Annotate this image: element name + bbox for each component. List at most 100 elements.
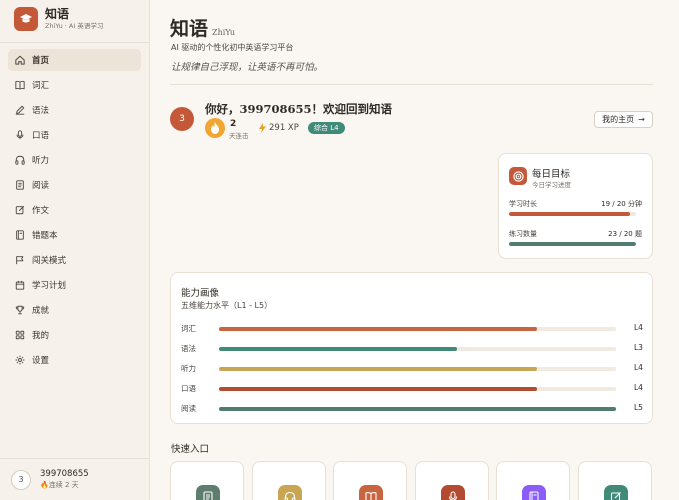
skill-level: L4 xyxy=(634,323,643,332)
sidebar-item-9[interactable]: 学习计划 xyxy=(8,274,141,296)
trophy-icon xyxy=(15,305,25,315)
sidebar-item-12[interactable]: 设置 xyxy=(8,349,141,371)
sidebar-item-7[interactable]: 错题本 xyxy=(8,224,141,246)
edit-icon xyxy=(603,485,628,500)
sidebar-item-0[interactable]: 首页 xyxy=(8,49,141,71)
lightning-icon xyxy=(259,123,266,133)
sidebar: 知语 ZhiYu · AI 英语学习 首页词汇语法口语听力阅读作文错题本闯关模式… xyxy=(0,0,150,500)
sidebar-item-8[interactable]: 闯关模式 xyxy=(8,249,141,271)
sidebar-item-3[interactable]: 口语 xyxy=(8,124,141,146)
skill-progress-fill xyxy=(219,387,537,391)
arrow-right-icon: → xyxy=(638,115,645,124)
quick-access-title: 快速入口 xyxy=(171,444,210,455)
ability-title: 能力画像 xyxy=(181,288,220,299)
daily-goal-subtitle: 今日学习进度 xyxy=(532,181,571,189)
sidebar-item-label: 错题本 xyxy=(32,231,58,241)
goal-value: 23 / 20 题 xyxy=(608,230,642,238)
streak-count: 2 xyxy=(230,119,237,129)
headphones-icon xyxy=(15,155,25,165)
quick-entry-card[interactable] xyxy=(170,461,244,500)
skill-progress-fill xyxy=(219,367,537,371)
sidebar-item-label: 口语 xyxy=(32,131,50,141)
sidebar-item-label: 作文 xyxy=(32,206,50,216)
sidebar-item-label: 设置 xyxy=(32,356,50,366)
notebook-icon xyxy=(522,485,546,500)
quick-entry-card[interactable] xyxy=(333,461,407,500)
user-streak: 🔥连续 2 天 xyxy=(40,480,89,490)
goal-label: 练习数量 xyxy=(509,230,537,238)
sidebar-item-4[interactable]: 听力 xyxy=(8,149,141,171)
ability-subtitle: 五维能力水平（L1 - L5） xyxy=(181,301,273,310)
skill-level: L4 xyxy=(634,383,643,392)
page-title: 知语 ZhiYu xyxy=(170,14,235,41)
welcome-avatar: 3 xyxy=(170,107,194,131)
sidebar-nav: 首页词汇语法口语听力阅读作文错题本闯关模式学习计划成就我的设置 xyxy=(0,49,149,371)
sidebar-item-label: 闯关模式 xyxy=(32,256,67,266)
daily-goal-title: 每日目标 xyxy=(532,169,571,180)
xp-value: 291 XP xyxy=(269,123,299,133)
mic-icon xyxy=(16,130,24,140)
sidebar-item-label: 我的 xyxy=(32,331,50,341)
goal-progress-track xyxy=(509,212,636,216)
sidebar-item-2[interactable]: 语法 xyxy=(8,99,141,121)
sidebar-item-5[interactable]: 阅读 xyxy=(8,174,141,196)
goal-progress-fill xyxy=(509,242,636,246)
sidebar-item-label: 语法 xyxy=(32,106,50,116)
my-home-button[interactable]: 我的主页 → xyxy=(594,111,653,128)
quick-entry-card[interactable] xyxy=(251,461,326,500)
fire-icon xyxy=(205,118,225,138)
book-icon xyxy=(15,80,25,90)
xp-display: 291 XP xyxy=(259,123,299,133)
user-card[interactable]: 3 399708655 🔥连续 2 天 xyxy=(0,458,150,500)
book-icon xyxy=(359,485,383,500)
edit-icon xyxy=(15,205,25,215)
skill-progress-track xyxy=(219,327,616,331)
quick-entry-card[interactable] xyxy=(577,461,652,500)
goal-value: 19 / 20 分钟 xyxy=(601,200,642,208)
skill-label: 词汇 xyxy=(181,324,196,333)
sidebar-item-6[interactable]: 作文 xyxy=(8,199,141,221)
user-name: 399708655 xyxy=(40,469,89,479)
level-badge: 综合 L4 xyxy=(308,122,345,134)
sidebar-item-label: 成就 xyxy=(32,306,50,316)
sidebar-item-10[interactable]: 成就 xyxy=(8,299,141,321)
skill-progress-track xyxy=(219,347,616,351)
sidebar-item-label: 阅读 xyxy=(32,181,50,191)
sidebar-item-11[interactable]: 我的 xyxy=(8,324,141,346)
quick-entry-card[interactable] xyxy=(414,461,489,500)
avatar: 3 xyxy=(11,469,31,490)
sidebar-item-label: 听力 xyxy=(32,156,50,166)
skill-label: 语法 xyxy=(181,344,196,353)
quick-entry-card[interactable] xyxy=(496,461,570,500)
skill-level: L5 xyxy=(634,403,643,412)
skill-progress-track xyxy=(219,407,616,411)
headphones-icon xyxy=(277,485,302,500)
ability-card: 能力画像 五维能力水平（L1 - L5） 词汇 L4 语法 L3 听力 L4 口语 L4 阅读 L… xyxy=(170,272,653,424)
sidebar-item-1[interactable]: 词汇 xyxy=(8,74,141,96)
target-icon xyxy=(509,167,527,185)
skill-label: 阅读 xyxy=(181,404,196,413)
sidebar-item-label: 词汇 xyxy=(32,81,50,91)
daily-goal-card: 每日目标 今日学习进度 学习时长 19 / 20 分钟 练习数量 23 / 20 题 xyxy=(498,153,653,259)
gear-icon xyxy=(15,355,25,365)
header-divider xyxy=(170,84,653,85)
page-title-main: 知语 xyxy=(170,18,209,40)
welcome-title: 你好，399708655！欢迎回到知语 xyxy=(205,102,393,116)
flag-icon xyxy=(16,256,24,265)
streak-label: 天连击 xyxy=(229,132,249,140)
graduation-cap-icon xyxy=(14,7,38,31)
notebook-icon xyxy=(16,230,24,240)
sidebar-divider xyxy=(0,42,149,43)
brand-title: 知语 xyxy=(45,6,70,21)
brand-subtitle: ZhiYu · AI 英语学习 xyxy=(45,21,104,30)
goal-progress-fill xyxy=(509,212,630,216)
sidebar-item-label: 首页 xyxy=(32,56,50,66)
goal-progress-track xyxy=(509,242,636,246)
pen-icon xyxy=(15,105,25,115)
main-content: 知语 ZhiYu AI 驱动的个性化初中英语学习平台 让规律自己浮现，让英语不再… xyxy=(151,0,679,500)
skill-label: 口语 xyxy=(181,384,196,393)
skill-progress-track xyxy=(219,387,616,391)
skill-level: L3 xyxy=(634,343,643,352)
brand[interactable]: 知语 ZhiYu · AI 英语学习 xyxy=(0,0,149,38)
my-home-button-label: 我的主页 xyxy=(602,115,635,124)
